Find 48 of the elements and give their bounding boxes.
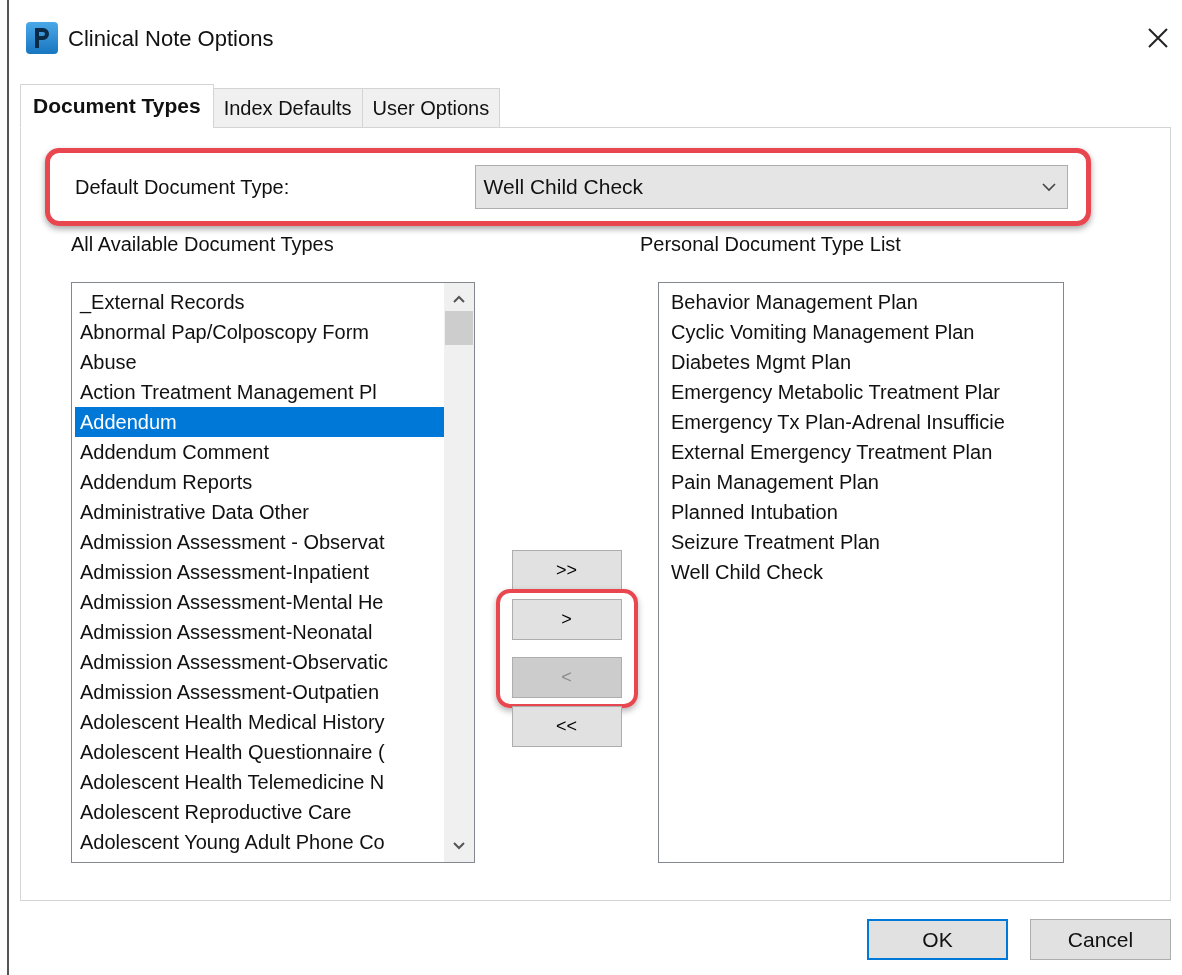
list-item[interactable]: Administrative Data Other — [75, 497, 444, 527]
list-item[interactable]: Action Treatment Management Pl — [75, 377, 444, 407]
list-item[interactable]: Seizure Treatment Plan — [666, 527, 1063, 557]
dialog-button[interactable]: OK — [867, 919, 1008, 960]
tab[interactable]: Document Types — [20, 84, 214, 128]
move-button[interactable]: << — [511, 706, 622, 747]
list-item[interactable]: Addendum Comment — [75, 437, 444, 467]
window-title: Clinical Note Options — [68, 24, 274, 53]
list-item[interactable]: Admission Assessment-Outpatien — [75, 677, 444, 707]
list-item[interactable]: Admission Assessment-Neonatal — [75, 617, 444, 647]
list-heading: Personal Document Type List — [640, 232, 902, 257]
list-item[interactable]: Addendum — [75, 407, 444, 437]
list-item[interactable]: Admission Assessment - Observat — [75, 527, 444, 557]
list-item[interactable]: Planned Intubation — [666, 497, 1063, 527]
list-heading: All Available Document Types — [71, 232, 335, 257]
list-item[interactable]: Abuse — [75, 347, 444, 377]
list-item[interactable]: Admission Assessment-Inpatient — [75, 557, 444, 587]
list-item[interactable]: Adolescent Health Telemedicine N — [75, 767, 444, 797]
scrollbar[interactable] — [444, 283, 474, 862]
list-item[interactable]: Adolescent Young Adult Phone Co — [75, 827, 444, 857]
list-item[interactable]: External Emergency Treatment Plan — [666, 437, 1063, 467]
list-item[interactable]: Adolescent Health Questionnaire ( — [75, 737, 444, 767]
tab[interactable]: Index Defaults — [212, 88, 363, 128]
list-item[interactable]: Emergency Tx Plan-Adrenal Insufficie — [666, 407, 1063, 437]
app-logo-icon — [26, 22, 58, 54]
list-item[interactable]: Cyclic Vomiting Management Plan — [666, 317, 1063, 347]
scroll-up-icon[interactable] — [451, 293, 467, 305]
list-item[interactable]: Admission Assessment-Observatic — [75, 647, 444, 677]
list-item[interactable]: Well Child Check — [666, 557, 1063, 587]
list-item[interactable]: Pain Management Plan — [666, 467, 1063, 497]
list-item[interactable]: Adolescent Reproductive Care — [75, 797, 444, 827]
list-item[interactable]: Emergency Metabolic Treatment Plar — [666, 377, 1063, 407]
caret-icon — [1041, 182, 1057, 192]
tab[interactable]: User Options — [361, 88, 501, 128]
list-item[interactable]: Addendum Reports — [75, 467, 444, 497]
document-type-dropdown[interactable]: Well Child Check — [474, 165, 1068, 209]
list-item[interactable]: Abnormal Pap/Colposcopy Form — [75, 317, 444, 347]
list-item[interactable]: Diabetes Mgmt Plan — [666, 347, 1063, 377]
list-item[interactable]: Adolescent Health Medical History — [75, 707, 444, 737]
scroll-down-icon[interactable] — [451, 840, 467, 852]
move-button[interactable]: >> — [511, 550, 622, 591]
close-icon[interactable] — [1146, 26, 1170, 50]
list-item[interactable]: Admission Assessment-Mental He — [75, 587, 444, 617]
field-label: Default Document Type: — [75, 175, 291, 200]
list-item[interactable]: Behavior Management Plan — [666, 287, 1063, 317]
scroll-thumb[interactable] — [445, 311, 473, 345]
dialog-button[interactable]: Cancel — [1030, 919, 1171, 960]
list-item[interactable]: _External Records — [75, 287, 444, 317]
